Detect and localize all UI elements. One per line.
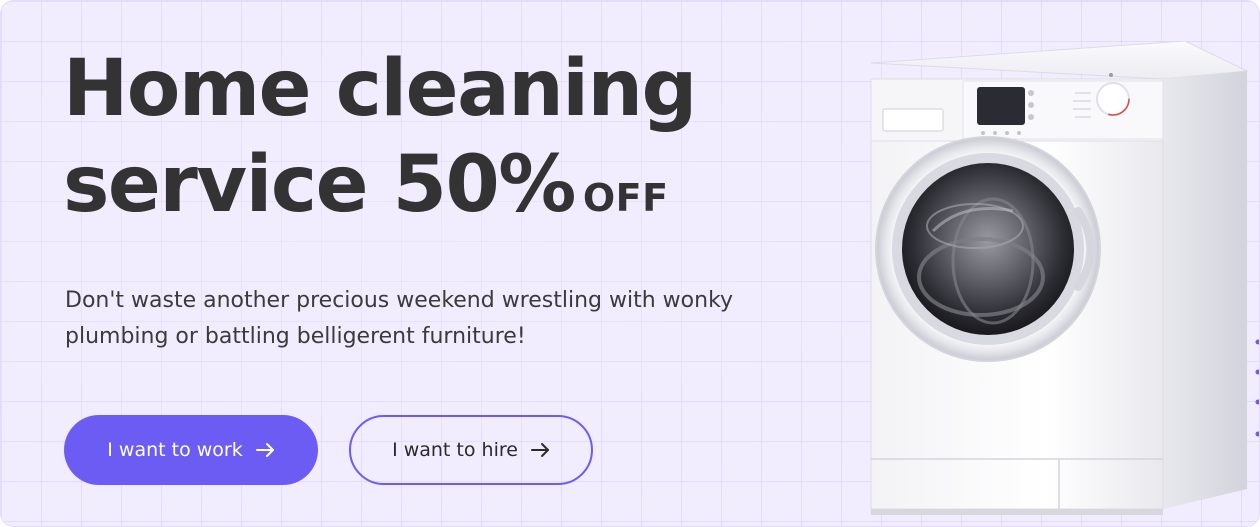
- banner-subtitle: Don't waste another precious weekend wre…: [65, 288, 734, 349]
- want-to-work-button[interactable]: I want to work: [64, 415, 318, 485]
- want-to-hire-button[interactable]: I want to hire: [349, 415, 593, 485]
- headline-line-2: service 50% OFF: [63, 137, 696, 246]
- want-to-work-label: I want to work: [107, 439, 243, 461]
- washing-machine-illustration: [870, 41, 1249, 515]
- promo-banner: Home cleaning service 50% OFF Don't waste…: [0, 0, 1260, 527]
- headline-off-label: OFF: [582, 176, 669, 220]
- want-to-hire-label: I want to hire: [392, 439, 518, 461]
- headline: Home cleaning service 50% OFF: [63, 41, 697, 246]
- arrow-right-icon: [530, 440, 550, 460]
- headline-discount: service 50%: [63, 140, 576, 230]
- arrow-right-icon: [255, 440, 275, 460]
- pagination-dots: [1255, 339, 1259, 437]
- headline-line-1: Home cleaning: [63, 44, 697, 134]
